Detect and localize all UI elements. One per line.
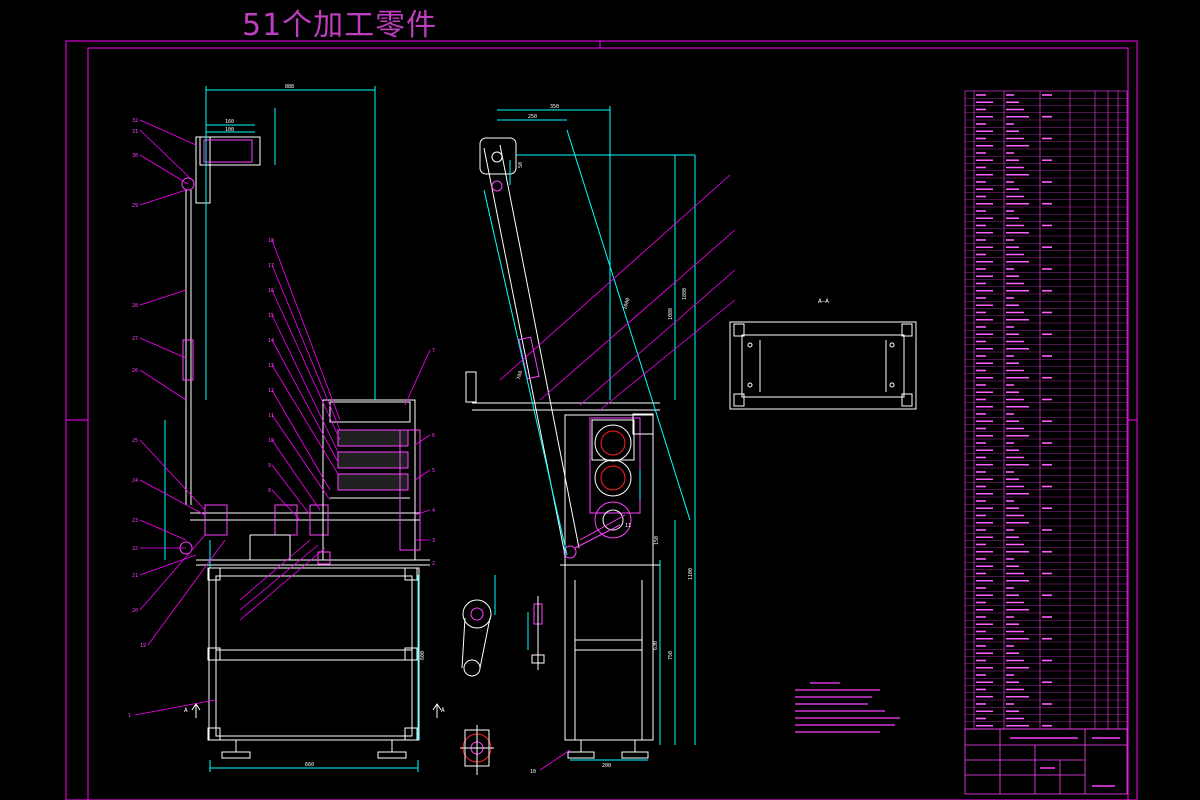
svg-text:29: 29 <box>132 203 138 209</box>
svg-text:24: 24 <box>132 478 138 484</box>
svg-text:21: 21 <box>132 573 138 579</box>
svg-text:250: 250 <box>528 114 537 120</box>
section-view-aa <box>729 321 917 410</box>
svg-text:750: 750 <box>668 651 674 660</box>
side-view <box>465 137 660 759</box>
section-label-aa: A—A <box>818 298 829 305</box>
section-marker-right: A <box>441 707 445 714</box>
svg-text:19: 19 <box>140 643 146 649</box>
detail-crank <box>461 575 496 677</box>
svg-text:150: 150 <box>654 536 660 545</box>
technical-notes <box>795 682 900 733</box>
svg-text:25: 25 <box>132 438 138 444</box>
svg-text:10: 10 <box>268 438 274 444</box>
svg-text:100: 100 <box>225 127 234 133</box>
svg-text:30: 30 <box>132 153 138 159</box>
cad-drawing: 323130 292827 262524 232221 20191 181716… <box>65 40 1138 800</box>
svg-text:888: 888 <box>285 84 294 90</box>
detail-pin <box>527 596 545 670</box>
svg-text:27: 27 <box>132 336 138 342</box>
svg-text:2: 2 <box>432 561 435 567</box>
svg-text:14: 14 <box>268 338 274 344</box>
side-view-leaders <box>499 174 736 771</box>
svg-text:13: 13 <box>268 363 274 369</box>
svg-text:18: 18 <box>268 238 274 244</box>
svg-text:700: 700 <box>516 370 524 380</box>
parts-list-rows <box>965 94 1127 727</box>
svg-text:630: 630 <box>653 641 659 650</box>
svg-text:9: 9 <box>268 463 271 469</box>
svg-text:11: 11 <box>625 523 631 529</box>
front-view-leaders <box>134 119 431 716</box>
svg-text:7: 7 <box>432 348 435 354</box>
svg-text:31: 31 <box>132 129 138 135</box>
svg-text:8: 8 <box>268 488 271 494</box>
svg-text:17: 17 <box>268 263 274 269</box>
svg-text:3: 3 <box>432 538 435 544</box>
svg-text:16: 16 <box>268 288 274 294</box>
svg-text:28: 28 <box>132 303 138 309</box>
section-markers <box>191 703 442 718</box>
svg-text:600: 600 <box>420 651 426 660</box>
svg-text:11: 11 <box>268 413 274 419</box>
svg-text:26: 26 <box>132 368 138 374</box>
svg-text:160: 160 <box>225 119 234 125</box>
svg-text:1080: 1080 <box>668 308 674 320</box>
svg-text:200: 200 <box>602 763 611 769</box>
svg-text:20: 20 <box>132 608 138 614</box>
svg-text:4: 4 <box>432 508 435 514</box>
svg-text:1: 1 <box>128 713 131 719</box>
section-marker-left: A <box>184 707 188 714</box>
svg-text:660: 660 <box>305 762 314 768</box>
svg-text:22: 22 <box>132 546 138 552</box>
svg-text:23: 23 <box>132 518 138 524</box>
svg-text:12: 12 <box>268 388 274 394</box>
svg-text:5: 5 <box>432 468 435 474</box>
svg-text:50: 50 <box>518 162 524 168</box>
svg-text:350: 350 <box>550 104 559 110</box>
front-view-callouts: 323130 292827 262524 232221 20191 181716… <box>128 118 435 719</box>
svg-text:1100: 1100 <box>688 568 694 580</box>
side-view-dim-values: 350 250 1880 1080 750 1100 150 630 200 50… <box>516 104 694 775</box>
svg-text:6: 6 <box>432 433 435 439</box>
sheet-inner-frame <box>87 47 1129 800</box>
svg-text:10: 10 <box>530 769 536 775</box>
svg-text:15: 15 <box>268 313 274 319</box>
svg-text:32: 32 <box>132 118 138 124</box>
front-view-dimensions <box>164 86 419 772</box>
svg-text:1000: 1000 <box>622 297 631 310</box>
detail-gear <box>460 725 494 775</box>
svg-text:1880: 1880 <box>682 288 688 300</box>
